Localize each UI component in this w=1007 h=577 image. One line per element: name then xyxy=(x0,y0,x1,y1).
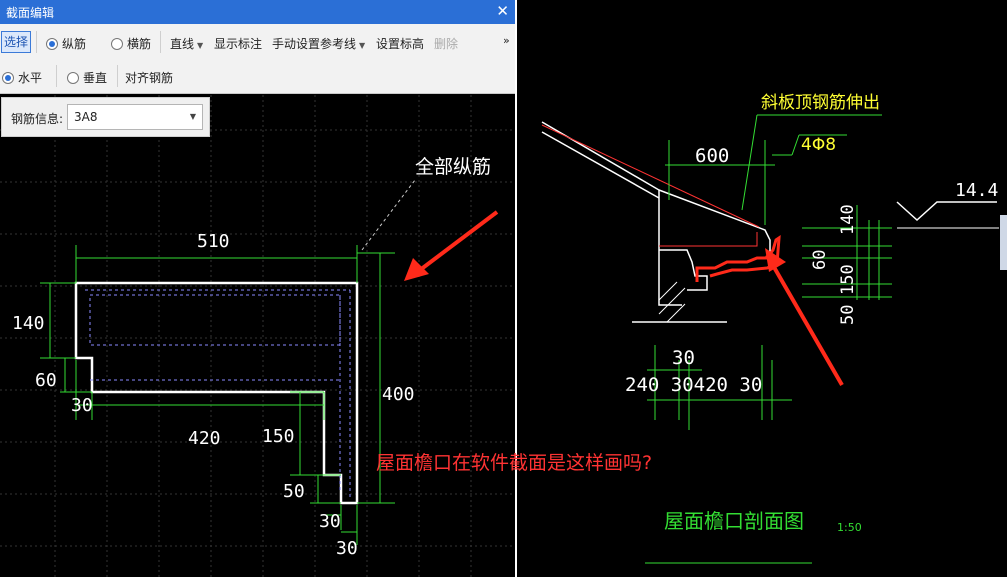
cad-dim-60: 60 xyxy=(810,250,830,270)
red-arrow-icon xyxy=(404,258,429,281)
dim-60: 60 xyxy=(35,370,57,391)
section-editor-panel: 截面编辑 ✕ 选择 纵筋 横筋 直线 ▼ 显示标注 手动设置参考线 ▼ 设置标高 删… xyxy=(0,0,515,577)
dim-400: 400 xyxy=(382,384,415,405)
rebar-bottom-line xyxy=(659,232,758,247)
rebar-info-panel: 钢筋信息: 3A8 ▼ xyxy=(1,97,210,137)
drawing-caption: 屋面檐口剖面图 xyxy=(664,509,804,533)
callout-all-longitudinal: 全部纵筋 xyxy=(415,156,491,178)
rebar-info-label: 钢筋信息: xyxy=(11,112,64,126)
rebar-info-value: 3A8 xyxy=(74,110,98,124)
cad-dim-30-top: 30 xyxy=(672,347,695,369)
cad-dim-150: 150 xyxy=(838,264,858,295)
cad-dim-600: 600 xyxy=(695,145,729,167)
dim-140: 140 xyxy=(12,313,45,334)
rebar-slab-line xyxy=(541,124,760,228)
callout-leader xyxy=(361,179,416,251)
dim-30-b: 30 xyxy=(319,511,341,532)
drawing-scale: 1:50 xyxy=(837,521,862,534)
red-eave-sketch xyxy=(695,235,781,282)
eave-profile xyxy=(541,121,771,323)
cad-dim-140: 140 xyxy=(838,204,858,235)
cad-detail-panel: 斜板顶钢筋伸出 4Φ8 600 14.4 140 60 150 50 30 24… xyxy=(517,0,1007,577)
cad-detail-canvas: 斜板顶钢筋伸出 4Φ8 600 14.4 140 60 150 50 30 24… xyxy=(541,93,999,564)
chevron-down-icon: ▼ xyxy=(189,112,196,121)
dim-30-c: 30 xyxy=(336,538,358,559)
elevation-marker-icon xyxy=(896,201,997,222)
dim-510: 510 xyxy=(197,231,230,252)
dim-150: 150 xyxy=(262,426,295,447)
rebar-guides xyxy=(85,289,351,498)
wall-hatch xyxy=(658,281,686,323)
cad-dim-bottom-row: 240 30420 30 xyxy=(625,374,762,396)
elevation-14-4: 14.4 xyxy=(955,180,998,201)
note-slab-rebar-extend: 斜板顶钢筋伸出 xyxy=(761,93,880,113)
cad-dim-50: 50 xyxy=(838,305,858,325)
red-arrow-shaft xyxy=(765,254,844,386)
rebar-info-select[interactable]: 3A8 ▼ xyxy=(67,104,203,130)
cad-dimension-lines xyxy=(645,114,892,564)
dim-420: 420 xyxy=(188,428,221,449)
dim-30-a: 30 xyxy=(71,395,93,416)
dim-50: 50 xyxy=(283,481,305,502)
red-arrow-shaft xyxy=(418,210,499,272)
section-canvas[interactable]: 510 140 60 30 420 150 50 30 30 400 全部纵筋 xyxy=(0,0,515,577)
label-rebar-4phi8: 4Φ8 xyxy=(801,135,836,155)
